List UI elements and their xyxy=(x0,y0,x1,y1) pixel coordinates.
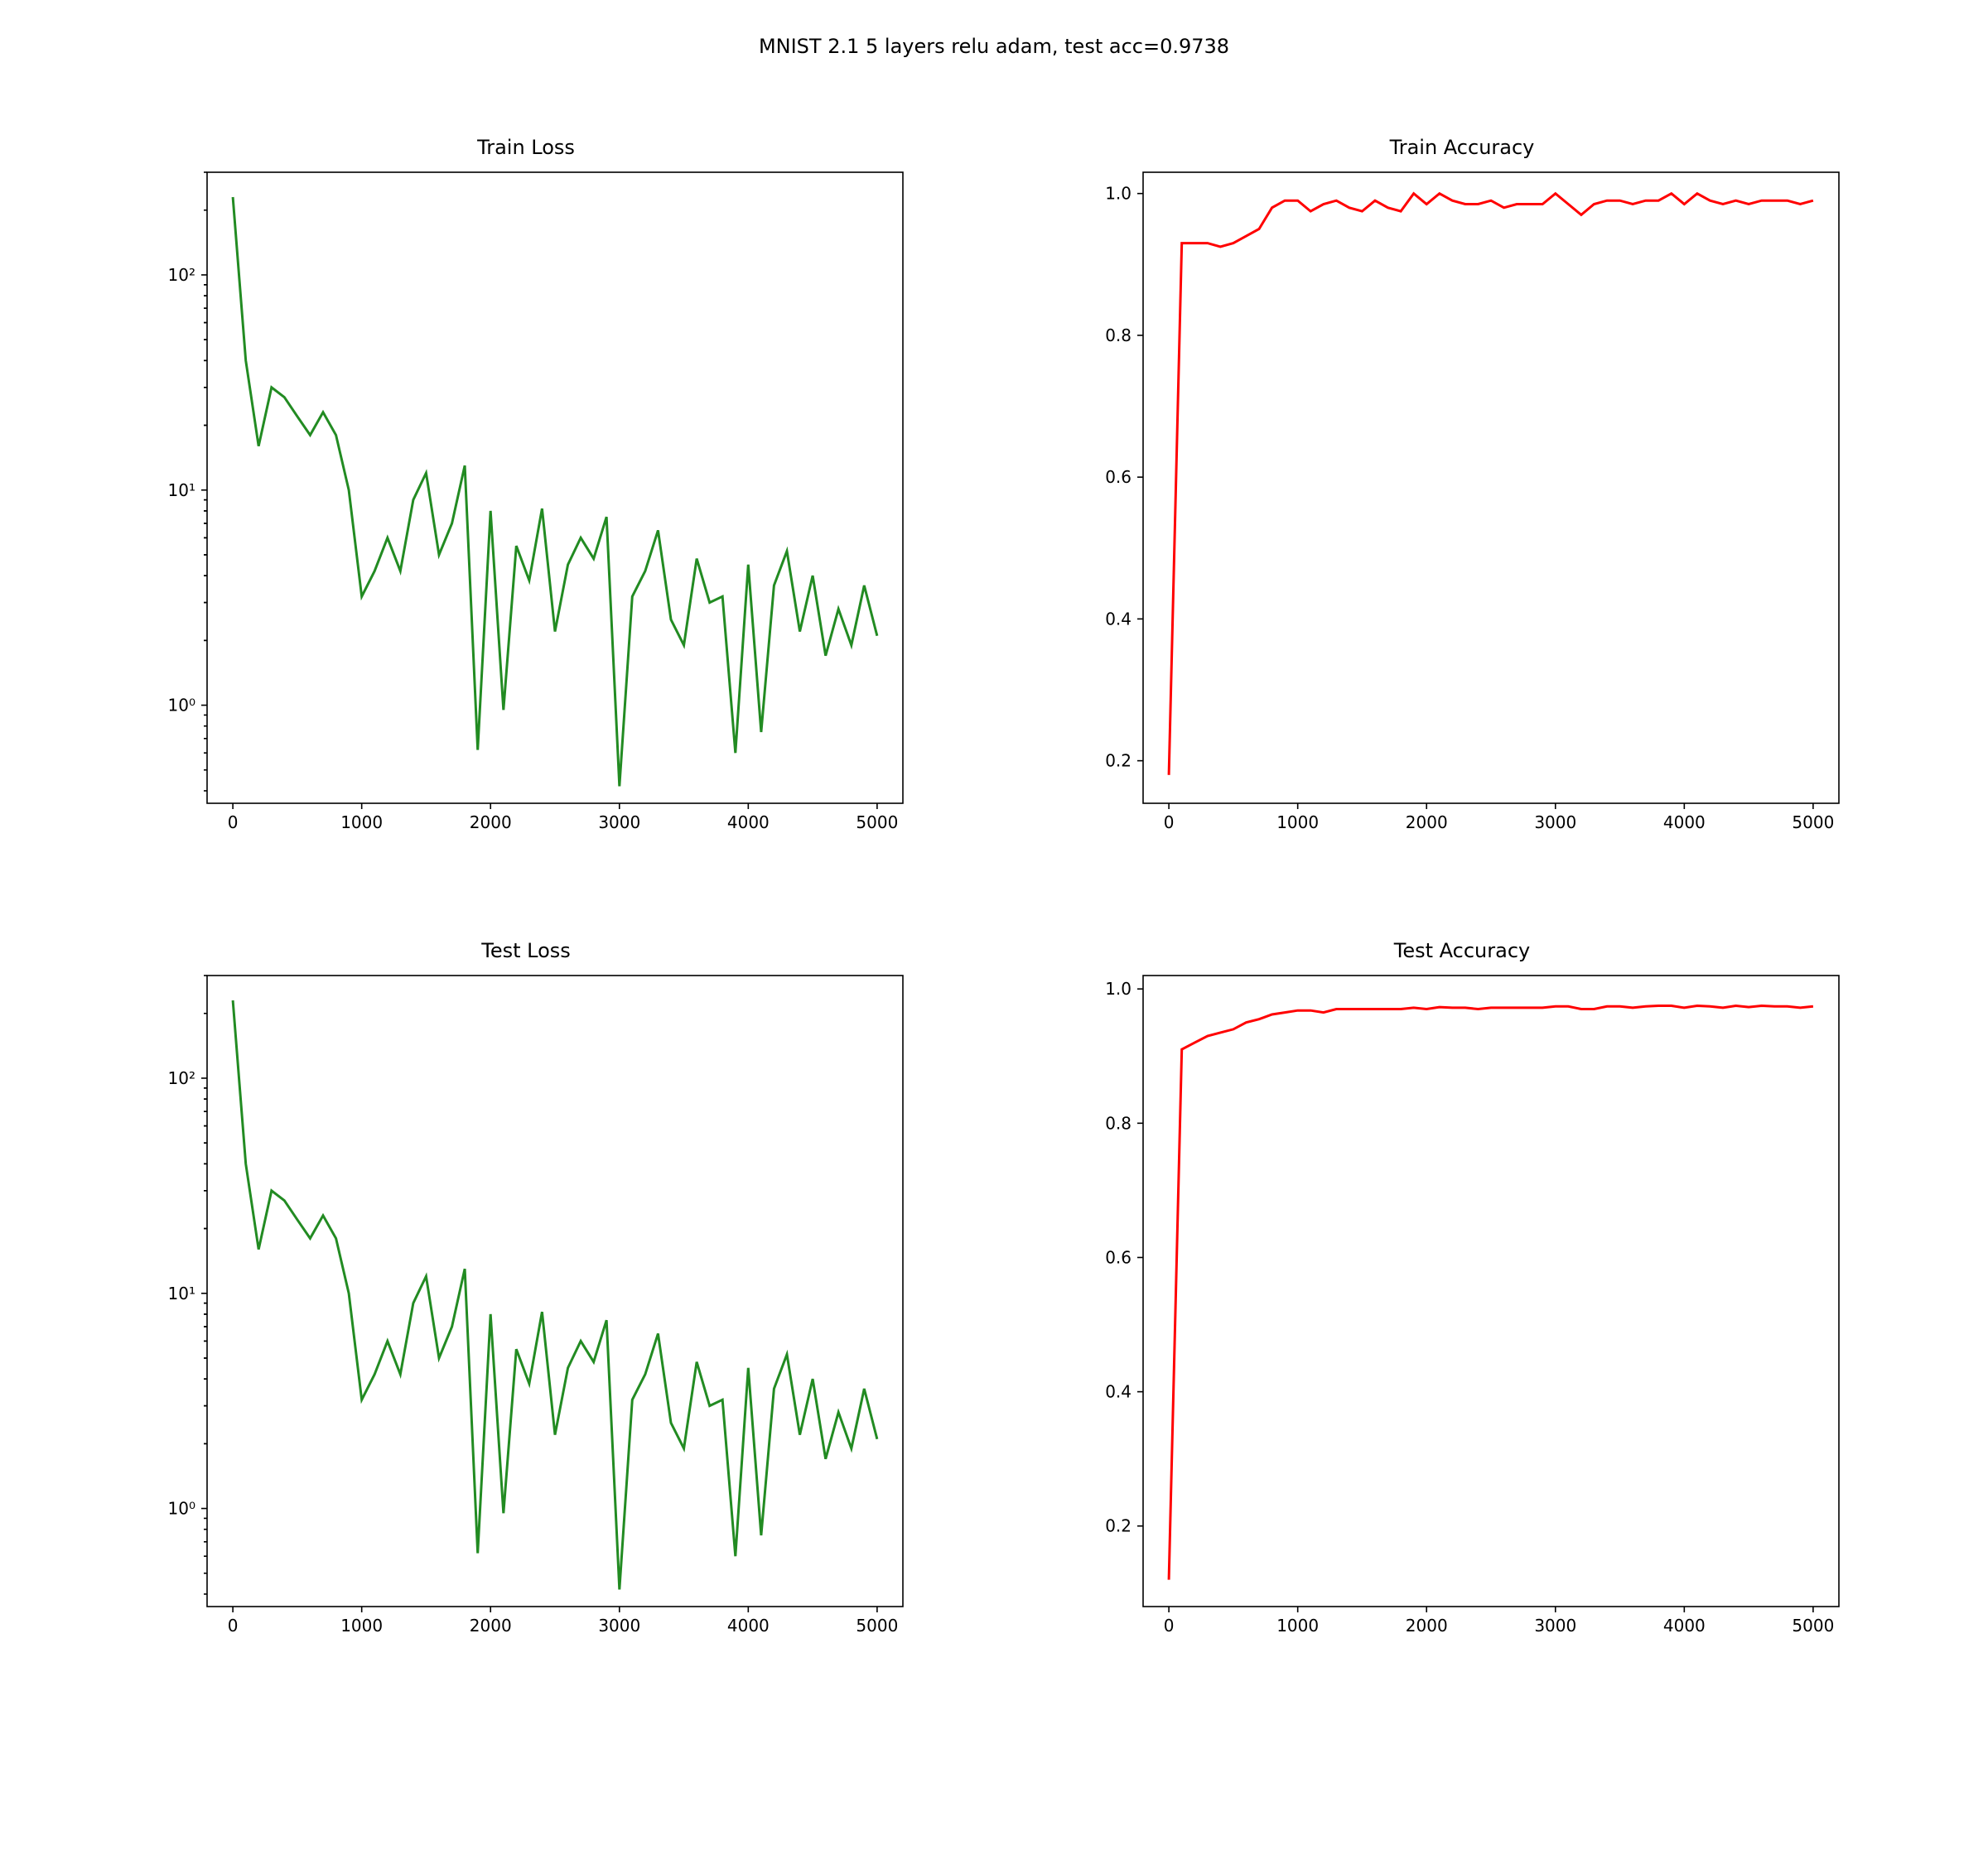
svg-text:0: 0 xyxy=(228,1616,239,1636)
svg-text:10¹: 10¹ xyxy=(168,1284,195,1303)
svg-text:0.6: 0.6 xyxy=(1105,467,1132,487)
svg-text:5000: 5000 xyxy=(1792,812,1834,832)
svg-text:4000: 4000 xyxy=(727,1616,770,1636)
svg-text:0.8: 0.8 xyxy=(1105,1113,1132,1133)
svg-text:0.4: 0.4 xyxy=(1105,609,1132,629)
subplot-test-acc: Test Accuracy 0100020003000400050000.20.… xyxy=(1069,969,1855,1656)
subplot-test-loss: Test Loss 01000200030004000500010⁰10¹10² xyxy=(133,969,919,1656)
svg-text:3000: 3000 xyxy=(598,1616,640,1636)
figure-suptitle: MNIST 2.1 5 layers relu adam, test acc=0… xyxy=(0,35,1988,58)
subplot-grid: Train Loss 01000200030004000500010⁰10¹10… xyxy=(133,166,1855,1656)
svg-text:3000: 3000 xyxy=(1534,812,1576,832)
svg-text:4000: 4000 xyxy=(727,812,770,832)
svg-text:10⁰: 10⁰ xyxy=(168,1499,195,1519)
subplot-title: Train Accuracy xyxy=(1069,136,1855,159)
svg-text:1000: 1000 xyxy=(1276,812,1319,832)
svg-text:4000: 4000 xyxy=(1663,812,1706,832)
svg-text:1.0: 1.0 xyxy=(1105,184,1132,204)
chart-test-loss: 0 1000 2000 3000 4000 5000 10⁰ 10¹ 10² xyxy=(133,969,919,1656)
svg-text:2000: 2000 xyxy=(1406,812,1448,832)
svg-text:0.2: 0.2 xyxy=(1105,1516,1132,1536)
subplot-title: Test Accuracy xyxy=(1069,939,1855,962)
subplot-train-loss: Train Loss 01000200030004000500010⁰10¹10… xyxy=(133,166,919,853)
chart-train-acc: 0 1000 2000 3000 4000 5000 0.2 0.4 0.6 0.8 1.0 xyxy=(1069,166,1855,853)
svg-text:1000: 1000 xyxy=(340,812,383,832)
svg-text:10²: 10² xyxy=(168,265,195,285)
svg-text:10²: 10² xyxy=(168,1068,195,1088)
svg-text:10¹: 10¹ xyxy=(168,480,195,500)
svg-text:0: 0 xyxy=(1164,812,1175,832)
svg-text:5000: 5000 xyxy=(856,812,898,832)
svg-text:5000: 5000 xyxy=(856,1616,898,1636)
svg-text:0.6: 0.6 xyxy=(1105,1247,1132,1267)
subplot-train-acc: Train Accuracy 0100020003000400050000.20… xyxy=(1069,166,1855,853)
svg-text:2000: 2000 xyxy=(470,812,512,832)
subplot-title: Train Loss xyxy=(133,136,919,159)
svg-text:1000: 1000 xyxy=(340,1616,383,1636)
svg-text:3000: 3000 xyxy=(598,812,640,832)
svg-text:0.4: 0.4 xyxy=(1105,1382,1132,1402)
chart-test-acc: 0 1000 2000 3000 4000 5000 0.2 0.4 0.6 0.8 1.0 xyxy=(1069,969,1855,1656)
svg-text:5000: 5000 xyxy=(1792,1616,1834,1636)
chart-train-loss: 0 1000 2000 3000 4000 5000 10⁰ 10¹ 10² xyxy=(133,166,919,853)
subplot-title: Test Loss xyxy=(133,939,919,962)
svg-text:2000: 2000 xyxy=(1406,1616,1448,1636)
svg-text:4000: 4000 xyxy=(1663,1616,1706,1636)
svg-text:10⁰: 10⁰ xyxy=(168,696,195,716)
svg-text:1.0: 1.0 xyxy=(1105,979,1132,999)
svg-text:1000: 1000 xyxy=(1276,1616,1319,1636)
svg-text:0: 0 xyxy=(228,812,239,832)
svg-text:0.2: 0.2 xyxy=(1105,751,1132,771)
svg-text:3000: 3000 xyxy=(1534,1616,1576,1636)
svg-text:0: 0 xyxy=(1164,1616,1175,1636)
svg-text:0.8: 0.8 xyxy=(1105,325,1132,345)
svg-text:2000: 2000 xyxy=(470,1616,512,1636)
